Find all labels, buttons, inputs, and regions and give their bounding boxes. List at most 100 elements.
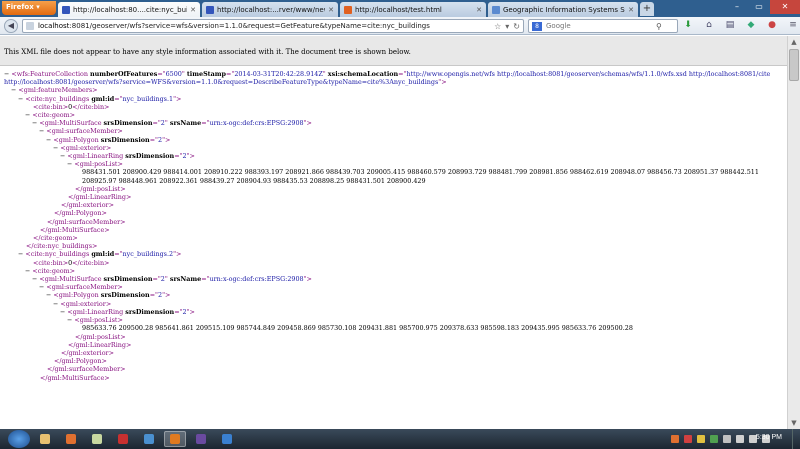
- firefox-menu-button[interactable]: Firefox ▾: [2, 1, 56, 15]
- xml-tag: </cite:bin>: [72, 102, 110, 111]
- chrome-icon[interactable]: [138, 431, 160, 447]
- menu-icon[interactable]: ≡: [787, 20, 799, 30]
- xml-tag: =": [149, 135, 158, 144]
- xml-tag: ">: [303, 275, 312, 284]
- scroll-down-icon[interactable]: ▼: [788, 417, 800, 429]
- download-icon[interactable]: ⬇: [682, 20, 694, 30]
- xml-attr-name: srsName: [169, 275, 202, 284]
- bookmark-star-icon[interactable]: ☆: [494, 22, 501, 31]
- xml-line: − <gml:surfaceMember>: [0, 283, 787, 291]
- filezilla-icon[interactable]: [112, 431, 134, 447]
- xml-tag: </cite:geom>: [33, 234, 78, 243]
- xml-tag: <gml:featureMembers>: [18, 86, 98, 95]
- minimize-icon[interactable]: –: [726, 0, 748, 14]
- tab-label: Geographic Information Systems Stac...: [503, 5, 625, 14]
- xml-tag: =": [201, 275, 210, 284]
- xml-line: </gml:posList>: [0, 333, 787, 341]
- xml-tag: =": [174, 152, 183, 161]
- xml-info-message: This XML file does not appear to have an…: [0, 36, 787, 66]
- bookmarks-icon[interactable]: ▤: [724, 20, 736, 30]
- reload-icon[interactable]: ↻: [513, 22, 520, 31]
- xml-line: </gml:MultiSurface>: [0, 226, 787, 234]
- visual-studio-icon[interactable]: [190, 431, 212, 447]
- adblock-icon[interactable]: ●: [766, 20, 778, 30]
- clock[interactable]: 5:30 PM: [756, 434, 782, 441]
- taskbar-app-glyph: [66, 434, 76, 444]
- xml-tag: <gml:exterior>: [60, 143, 112, 152]
- browser-tab[interactable]: http://localhost:...rver/www/new.html✕: [202, 2, 338, 17]
- notepad-icon[interactable]: [86, 431, 108, 447]
- xml-tag: <gml:surfaceMember>: [46, 127, 123, 136]
- tab-close-icon[interactable]: ✕: [476, 6, 482, 14]
- start-button[interactable]: [8, 430, 30, 448]
- new-tab-button[interactable]: +: [640, 2, 654, 16]
- xml-line: <cite:bin>0</cite:bin>: [0, 103, 787, 111]
- close-window-icon[interactable]: ✕: [770, 0, 800, 14]
- xml-attr-name: srsDimension: [125, 307, 175, 316]
- xml-attr-name: gml:id: [91, 250, 115, 259]
- network-icon[interactable]: [736, 435, 744, 443]
- firefox-icon[interactable]: [164, 431, 186, 447]
- xml-tag: </cite:nyc_buildings>: [26, 242, 98, 251]
- xml-line: </cite:geom>: [0, 234, 787, 242]
- xml-tag: ">: [186, 307, 195, 316]
- xml-tag: </gml:Polygon>: [54, 357, 107, 366]
- browser-tab[interactable]: Geographic Information Systems Stac...✕: [488, 2, 638, 17]
- tab-close-icon[interactable]: ✕: [190, 6, 196, 14]
- browser-tab[interactable]: http://localhost:80....cite:nyc_building…: [58, 2, 200, 17]
- taskbar-app-glyph: [40, 434, 50, 444]
- explorer-icon[interactable]: [34, 431, 56, 447]
- browser-tab[interactable]: http://localhost/test.html ✕: [340, 2, 486, 17]
- search-input[interactable]: [546, 22, 656, 30]
- xml-line: − <gml:Polygon srsDimension="2">: [0, 136, 787, 144]
- xml-tag: =": [174, 307, 183, 316]
- vertical-scrollbar[interactable]: ▲ ▼: [787, 36, 800, 429]
- tab-label: http://localhost:...rver/www/new.html: [217, 5, 325, 14]
- toolbar-icons: ⬇ ⌂ ▤ ◆ ● ≡: [682, 20, 799, 30]
- tray-app-icon[interactable]: [697, 435, 705, 443]
- flag-icon[interactable]: [723, 435, 731, 443]
- media-player-icon[interactable]: [60, 431, 82, 447]
- tab-label: http://localhost/test.html: [355, 5, 442, 14]
- xml-tag: </gml:surfaceMember>: [47, 365, 126, 374]
- xml-tag: <gml:MultiSurface: [39, 119, 104, 128]
- search-icon[interactable]: ⚲: [656, 22, 662, 31]
- xml-line: </cite:nyc_buildings>: [0, 242, 787, 250]
- xml-tree: − <wfs:FeatureCollection numberOfFeature…: [0, 70, 787, 429]
- url-bar[interactable]: localhost:8081/geoserver/wfs?service=wfs…: [22, 19, 524, 33]
- addon-icon[interactable]: ◆: [745, 20, 757, 30]
- taskbar-app-glyph: [118, 434, 128, 444]
- maximize-icon[interactable]: ▭: [748, 0, 770, 14]
- xml-tag: <cite:geom>: [32, 111, 76, 120]
- tab-favicon-icon: [344, 5, 352, 14]
- tray-app-icon[interactable]: [671, 435, 679, 443]
- tab-favicon-icon: [492, 5, 500, 14]
- xml-tag: <wfs:FeatureCollection: [11, 70, 91, 78]
- search-engine-icon[interactable]: 8: [532, 21, 542, 31]
- back-button[interactable]: ◀: [4, 19, 18, 33]
- tab-close-icon[interactable]: ✕: [328, 6, 334, 14]
- xml-line: − <gml:surfaceMember>: [0, 127, 787, 135]
- xml-line: </gml:Polygon>: [0, 209, 787, 217]
- tray-app-icon[interactable]: [710, 435, 718, 443]
- scroll-up-icon[interactable]: ▲: [788, 36, 800, 48]
- xml-tag: <gml:exterior>: [60, 299, 112, 308]
- xml-tag: </gml:MultiSurface>: [40, 225, 110, 234]
- home-icon[interactable]: ⌂: [703, 20, 715, 30]
- tab-close-icon[interactable]: ✕: [628, 6, 634, 14]
- url-text[interactable]: localhost:8081/geoserver/wfs?service=wfs…: [38, 22, 494, 30]
- tab-strip: http://localhost:80....cite:nyc_building…: [58, 2, 654, 17]
- search-bar[interactable]: 8 ⚲: [528, 19, 678, 33]
- xml-tag: =": [149, 291, 158, 300]
- ie-icon[interactable]: [216, 431, 238, 447]
- tray-app-icon[interactable]: [684, 435, 692, 443]
- scrollbar-thumb[interactable]: [789, 49, 799, 81]
- xml-tag: <gml:posList>: [74, 316, 123, 325]
- dropdown-icon[interactable]: ▾: [505, 22, 509, 31]
- xml-tag: <gml:MultiSurface: [39, 275, 104, 284]
- xml-tag: =": [114, 94, 123, 103]
- xml-line: − <cite:nyc_buildings gml:id="nyc_buildi…: [0, 95, 787, 103]
- xml-line: </gml:Polygon>: [0, 357, 787, 365]
- site-identity-icon[interactable]: [26, 22, 34, 30]
- show-desktop-button[interactable]: [792, 429, 800, 449]
